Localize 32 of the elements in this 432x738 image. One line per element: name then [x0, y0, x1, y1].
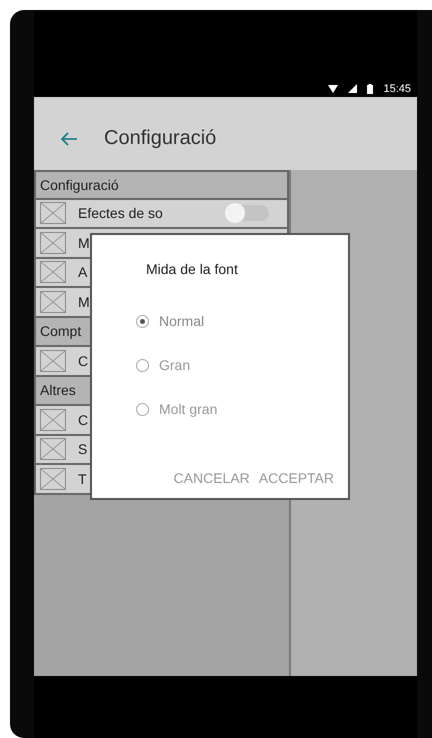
item-label: C [78, 412, 88, 428]
clock-time: 15:45 [383, 82, 411, 94]
settings-item[interactable]: Efectes de so [34, 200, 289, 229]
back-arrow-icon[interactable] [60, 132, 78, 146]
screen-title: Configuració [104, 127, 216, 150]
radio-button[interactable] [136, 314, 149, 328]
dialog-button[interactable]: CANCELAR [174, 470, 250, 486]
image-placeholder-icon [40, 350, 66, 372]
image-placeholder-icon [40, 468, 66, 490]
item-label: S [78, 441, 88, 458]
signal-icon [348, 84, 358, 93]
toggle-switch[interactable] [225, 205, 269, 222]
battery-icon [367, 84, 374, 94]
item-label: M [78, 294, 90, 310]
image-placeholder-icon [40, 202, 66, 224]
item-label: Efectes de so [78, 205, 163, 222]
image-placeholder-icon [40, 232, 66, 254]
item-label: C [78, 352, 88, 369]
radio-button[interactable] [136, 358, 149, 372]
item-label: M [78, 234, 90, 251]
item-label: T [78, 470, 87, 487]
image-placeholder-icon [40, 438, 66, 460]
wifi-icon [328, 84, 338, 92]
item-label: A [78, 264, 88, 280]
image-placeholder-icon [40, 261, 66, 284]
radio-button[interactable] [136, 402, 149, 416]
option-label: Gran [159, 357, 190, 373]
dialog-title: Mida de la font [146, 261, 239, 277]
image-placeholder-icon [40, 408, 66, 431]
dialog-button[interactable]: ACCEPTAR [258, 470, 334, 486]
section-header: Configuració [34, 170, 289, 200]
image-placeholder-icon [40, 290, 66, 313]
